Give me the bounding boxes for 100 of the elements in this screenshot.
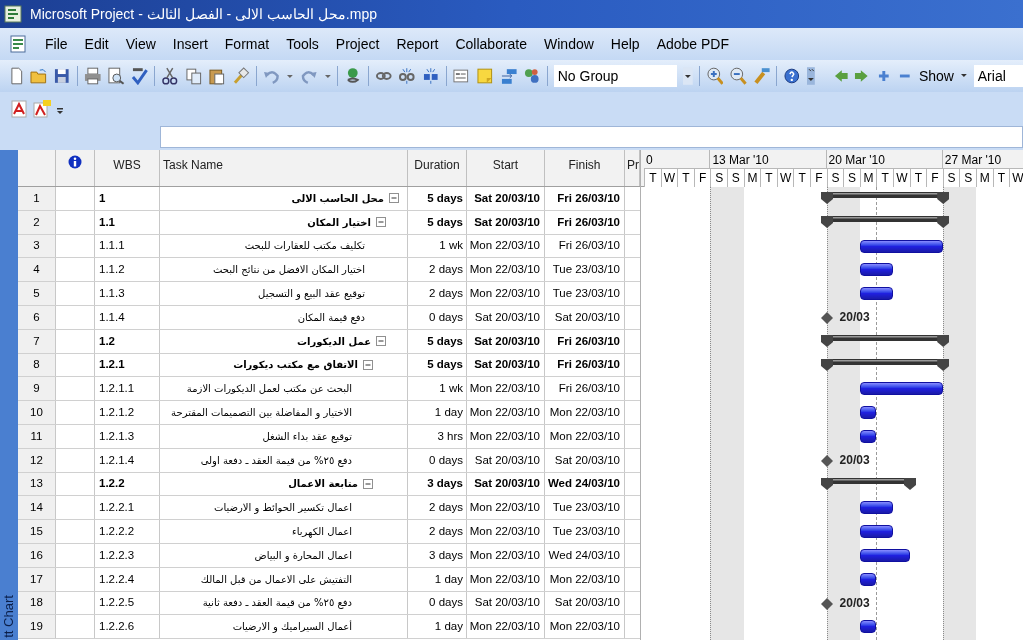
duration-cell: 3 hrs <box>408 424 467 448</box>
task-name: توقيع عقد بداء الشغل <box>262 429 352 444</box>
duration-cell: 1 day <box>408 567 467 591</box>
collapse-icon[interactable] <box>389 193 399 204</box>
collapse-icon[interactable] <box>376 217 386 228</box>
finish-date-cell: Sat 20/03/10 <box>545 591 625 615</box>
wbs-cell: 1.2.2.4 <box>95 567 160 591</box>
menu-item[interactable]: Adobe PDF <box>656 33 729 55</box>
start-date-cell: Mon 22/03/10 <box>467 543 545 567</box>
milestone-marker[interactable] <box>820 312 833 324</box>
print-preview-icon[interactable] <box>107 67 125 85</box>
wbs-cell: 1.2.1 <box>95 353 160 377</box>
wbs-cell: 1.2.2.5 <box>95 591 160 615</box>
task-bar[interactable] <box>859 501 893 515</box>
finish-date-cell: Sat 20/03/10 <box>545 448 625 472</box>
task-bar[interactable] <box>859 382 943 396</box>
assign-resources-icon[interactable] <box>499 67 518 85</box>
menu-item[interactable]: View <box>125 33 156 55</box>
finish-date-cell: Fri 26/03/10 <box>545 377 625 401</box>
task-name: محل الحاسب الالى <box>291 191 384 206</box>
timescale-day: W <box>893 168 910 187</box>
pdf-comment-icon[interactable] <box>32 100 52 118</box>
finish-date-cell: Fri 26/03/10 <box>545 329 625 353</box>
wbs-cell: 1.2.1.3 <box>95 424 160 448</box>
collapse-icon[interactable] <box>363 478 373 489</box>
menu-item[interactable]: Format <box>224 33 270 55</box>
collapse-icon[interactable] <box>376 336 386 347</box>
spelling-icon[interactable] <box>130 67 149 85</box>
timescale-day: T <box>876 168 893 187</box>
zoom-in-icon[interactable] <box>705 67 724 85</box>
row-number: 13 <box>18 472 56 496</box>
task-name: أعمال السيراميك و الارضيات <box>232 619 352 635</box>
task-name: اختيار المكان <box>307 215 371 230</box>
wbs-cell: 1.2.1.2 <box>95 401 160 424</box>
wbs-cell: 1.2.2 <box>95 472 160 496</box>
zoom-out-icon[interactable] <box>729 67 747 85</box>
cut-icon[interactable] <box>161 67 179 85</box>
menu-item[interactable]: Collaborate <box>455 33 528 55</box>
open-folder-icon[interactable] <box>29 67 48 85</box>
column-header[interactable]: Task Name <box>160 150 408 186</box>
milestone-marker[interactable] <box>820 454 833 467</box>
new-document-icon[interactable] <box>8 67 24 85</box>
resource-pool-icon[interactable] <box>523 67 541 85</box>
unlink-icon[interactable] <box>398 67 416 85</box>
group-dropdown[interactable]: No Group <box>553 65 677 87</box>
summary-bar[interactable] <box>820 476 916 491</box>
task-information-icon[interactable] <box>452 67 471 85</box>
row-number: 4 <box>18 258 56 282</box>
copy-icon[interactable] <box>184 67 203 85</box>
task-bar[interactable] <box>859 549 910 562</box>
column-header[interactable]: Start <box>467 150 545 186</box>
format-painter-icon[interactable] <box>232 67 250 85</box>
task-name: التفتيش على الاعمال من قبل المالك <box>200 572 352 587</box>
start-date-cell: Mon 22/03/10 <box>467 234 545 258</box>
menu-item[interactable]: Help <box>610 33 640 55</box>
row-number: 7 <box>18 329 56 353</box>
help-icon[interactable] <box>783 67 801 85</box>
menu-item[interactable]: Project <box>335 33 380 55</box>
duration-cell: 0 days <box>408 591 467 615</box>
summary-bar[interactable] <box>820 357 949 372</box>
print-icon[interactable] <box>83 67 102 85</box>
summary-bar[interactable] <box>820 214 949 229</box>
column-header[interactable]: WBS <box>95 150 160 186</box>
start-date-cell: Sat 20/03/10 <box>467 187 545 210</box>
milestone-marker[interactable] <box>820 597 833 610</box>
document-menu-icon[interactable] <box>8 34 28 54</box>
entry-field[interactable] <box>160 126 1023 148</box>
summary-bar[interactable] <box>820 333 949 348</box>
collapse-icon[interactable] <box>363 359 373 370</box>
task-name: البحث عن مكتب لعمل الديكورات الازمة <box>186 382 352 397</box>
menu-item[interactable]: Window <box>544 33 594 55</box>
menu-item[interactable]: File <box>45 33 68 55</box>
summary-bar[interactable] <box>820 191 949 205</box>
column-header[interactable]: Finish <box>545 150 625 186</box>
save-icon[interactable] <box>53 67 71 85</box>
start-date-cell: Mon 22/03/10 <box>467 520 545 543</box>
start-date-cell: Sat 20/03/10 <box>467 353 545 377</box>
split-task-icon[interactable] <box>421 67 440 85</box>
pdf-icon[interactable] <box>10 100 28 118</box>
task-bar[interactable] <box>859 525 893 539</box>
show-button[interactable]: Show <box>918 65 954 87</box>
paste-icon[interactable] <box>208 67 227 85</box>
font-field[interactable]: Arial <box>973 65 1023 87</box>
duration-cell: 1 wk <box>408 377 467 401</box>
menu-item[interactable]: Edit <box>84 33 109 55</box>
menu-item[interactable]: Report <box>396 33 439 55</box>
task-bar[interactable] <box>859 287 893 301</box>
task-bar[interactable] <box>859 263 893 277</box>
menu-item[interactable]: Insert <box>172 33 208 55</box>
timescale-day: F <box>810 168 827 187</box>
task-name: متابعة الاعمال <box>288 477 358 492</box>
column-header[interactable]: Duration <box>408 150 467 186</box>
view-bar[interactable]: tt Chart <box>0 150 18 640</box>
globe-link-icon[interactable] <box>344 67 362 85</box>
task-name: دفع ٢٥% من قيمة العقد ـ دفعة اولى <box>200 453 352 468</box>
menu-item[interactable]: Tools <box>286 33 319 55</box>
task-bar[interactable] <box>859 239 943 253</box>
milestone-date: 20/03 <box>839 451 870 469</box>
toolbar-options-icon[interactable] <box>806 67 815 85</box>
duration-cell: 1 day <box>408 401 467 424</box>
